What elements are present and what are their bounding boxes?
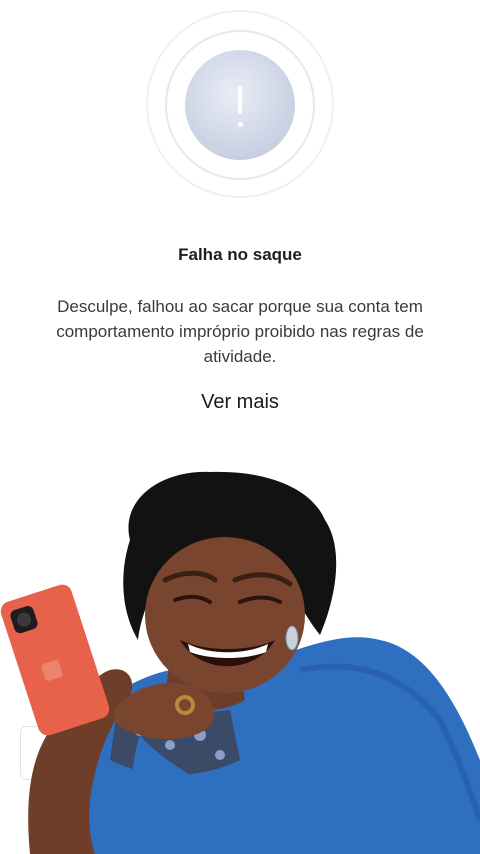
laughing-woman-sticker — [0, 471, 480, 854]
see-more-link[interactable]: Ver mais — [0, 391, 480, 414]
dialog-message: Desculpe, falhou ao sacar porque sua con… — [56, 297, 424, 366]
face — [145, 537, 305, 693]
phone — [0, 584, 110, 736]
exclamation-icon — [185, 50, 295, 160]
dialog-title: Falha no saque — [178, 245, 302, 264]
